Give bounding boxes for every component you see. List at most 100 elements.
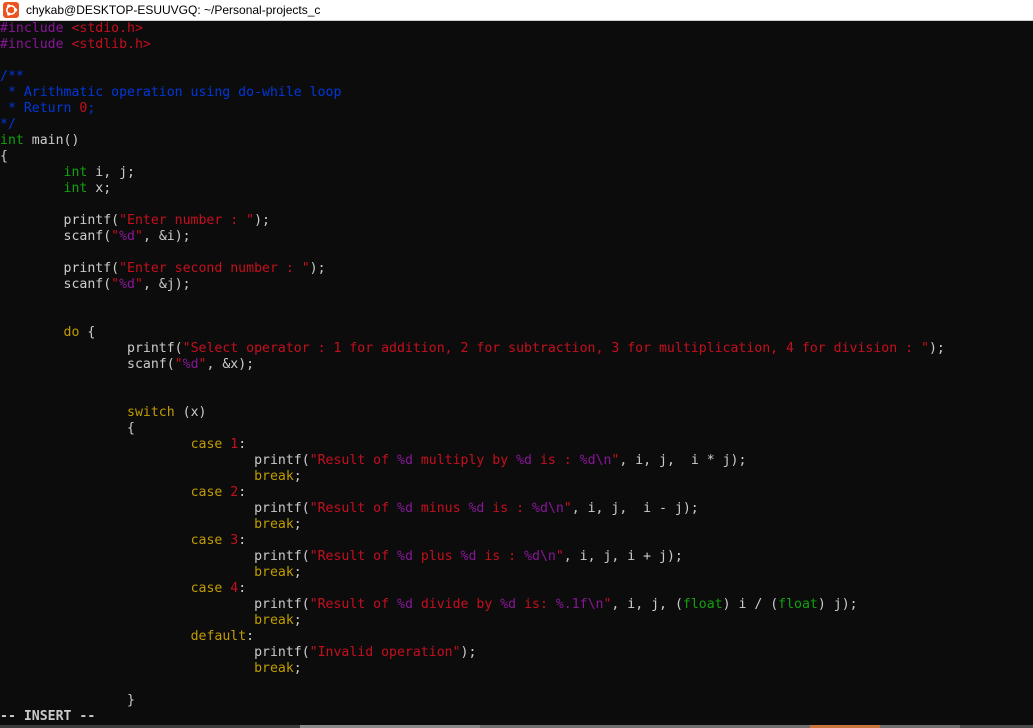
- title-bar[interactable]: chykab@DESKTOP-ESUUVGQ: ~/Personal-proje…: [0, 0, 1033, 21]
- code-text-token: , &i);: [142, 229, 191, 244]
- code-line: * Return 0;: [0, 101, 945, 117]
- code-line: scanf("%d", &i);: [0, 229, 945, 245]
- string-token: "Invalid operation": [309, 645, 461, 660]
- string-token: "Enter number : ": [119, 213, 255, 228]
- string-token: ": [174, 357, 183, 372]
- code-text-token: ) i / (: [722, 597, 779, 612]
- code-editor[interactable]: #include <stdio.h> #include <stdlib.h> /*…: [0, 21, 945, 709]
- keyword-token: break: [254, 565, 294, 580]
- keyword-token: case: [190, 437, 223, 452]
- code-line: int x;: [0, 181, 945, 197]
- code-text-token: printf(: [0, 341, 183, 356]
- code-line: printf("Select operator : 1 for addition…: [0, 341, 945, 357]
- string-token: is:: [516, 597, 556, 612]
- code-text-token: (x): [174, 405, 207, 420]
- string-token: ": [555, 549, 564, 564]
- code-text-token: , i, j, i - j);: [571, 501, 699, 516]
- code-line: case 1:: [0, 437, 945, 453]
- code-line: printf("Result of %d plus %d is : %d\n",…: [0, 549, 945, 565]
- code-line: break;: [0, 613, 945, 629]
- code-text-token: :: [246, 629, 255, 644]
- type-token: float: [778, 597, 818, 612]
- preprocessor-token: #include: [0, 37, 72, 52]
- keyword-token: break: [254, 517, 294, 532]
- code-text-token: {: [79, 325, 96, 340]
- code-line: int main(): [0, 133, 945, 149]
- code-text-token: :: [238, 485, 247, 500]
- code-text-token: printf(: [0, 501, 310, 516]
- code-line: switch (x): [0, 405, 945, 421]
- code-line: #include <stdio.h>: [0, 21, 945, 37]
- header-token: <stdio.h>: [71, 21, 143, 36]
- code-text-token: main(): [23, 133, 80, 148]
- code-line: case 3:: [0, 533, 945, 549]
- code-line: break;: [0, 565, 945, 581]
- string-token: ": [563, 501, 572, 516]
- code-text-token: {: [0, 421, 135, 436]
- code-text-token: printf(: [0, 645, 310, 660]
- comment-token: ;: [87, 101, 96, 116]
- header-token: <stdlib.h>: [71, 37, 151, 52]
- keyword-token: case: [190, 581, 223, 596]
- keyword-token: break: [254, 613, 294, 628]
- code-text-token: scanf(: [0, 229, 112, 244]
- code-line: printf("Enter number : ");: [0, 213, 945, 229]
- code-line: printf("Enter second number : ");: [0, 261, 945, 277]
- comment-token: * Return: [0, 101, 80, 116]
- code-text-token: , &x);: [206, 357, 255, 372]
- code-text-token: );: [309, 261, 326, 276]
- code-text-token: :: [238, 581, 247, 596]
- type-token: int: [63, 181, 88, 196]
- keyword-token: case: [190, 485, 223, 500]
- string-token: is :: [484, 501, 532, 516]
- code-text-token: :: [238, 437, 247, 452]
- terminal-content[interactable]: #include <stdio.h> #include <stdlib.h> /*…: [0, 21, 1033, 728]
- comment-token: * Arithmatic operation using do-while lo…: [0, 85, 342, 100]
- string-token: "Result of: [309, 453, 397, 468]
- code-text-token: );: [928, 341, 945, 356]
- code-line: case 4:: [0, 581, 945, 597]
- comment-token: /**: [0, 69, 24, 84]
- type-token: int: [63, 165, 88, 180]
- code-line: {: [0, 421, 945, 437]
- string-token: ": [135, 229, 143, 244]
- vim-mode-indicator: -- INSERT --: [0, 709, 96, 724]
- code-text-token: ;: [293, 613, 302, 628]
- code-text-token: ;: [293, 469, 302, 484]
- string-token: divide by: [412, 597, 501, 612]
- format-specifier-token: %.1f\n: [555, 597, 604, 612]
- string-token: "Result of: [309, 501, 397, 516]
- string-token: ": [111, 277, 120, 292]
- code-text-token: printf(: [0, 549, 310, 564]
- string-token: multiply by: [412, 453, 517, 468]
- format-specifier-token: %d: [397, 501, 413, 516]
- string-token: plus: [412, 549, 461, 564]
- code-line: printf("Invalid operation");: [0, 645, 945, 661]
- code-text-token: );: [460, 645, 477, 660]
- string-token: "Result of: [309, 549, 397, 564]
- code-line: break;: [0, 469, 945, 485]
- format-specifier-token: %d\n: [579, 453, 612, 468]
- code-text-token: i, j;: [87, 165, 135, 180]
- type-token: int: [0, 133, 24, 148]
- code-line: * Arithmatic operation using do-while lo…: [0, 85, 945, 101]
- ubuntu-icon: [3, 2, 19, 18]
- code-line: }: [0, 693, 945, 709]
